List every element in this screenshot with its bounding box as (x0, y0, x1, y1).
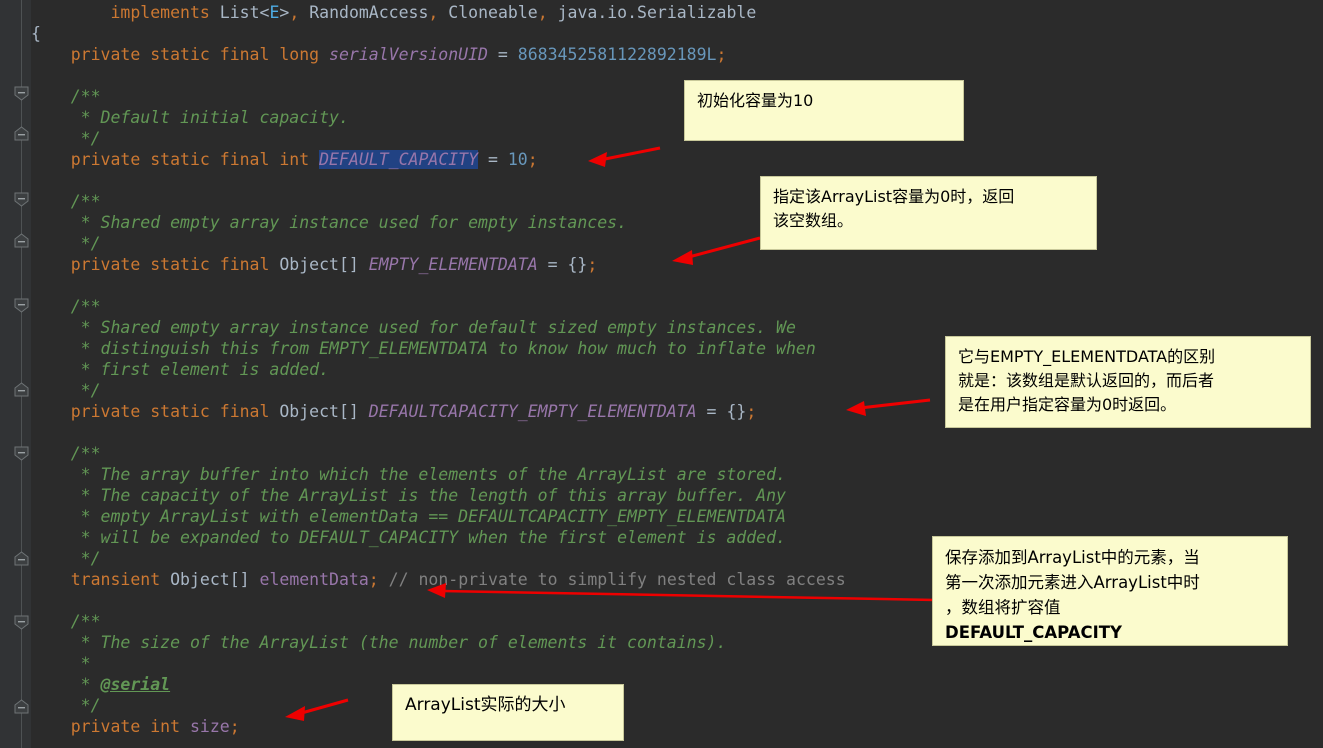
note-line: 是在用户指定容量为0时返回。 (958, 395, 1177, 414)
note-line: ArrayList实际的大小 (405, 695, 566, 715)
code-line[interactable]: * first element is added. (31, 359, 329, 380)
code-line[interactable]: * The size of the ArrayList (the number … (31, 632, 727, 653)
code-line[interactable]: private int size; (31, 716, 240, 737)
code-line[interactable]: */ (31, 233, 101, 254)
note-line: 指定该ArrayList容量为0时，返回 (773, 187, 1015, 206)
code-line[interactable]: /** (31, 611, 101, 632)
code-line[interactable]: * The capacity of the ArrayList is the l… (31, 485, 786, 506)
note-line: 保存添加到ArrayList中的元素，当 (945, 548, 1200, 567)
fold-minus-icon[interactable] (14, 86, 29, 101)
note-line: 初始化容量为10 (697, 91, 814, 110)
code-line[interactable]: implements List<E>, RandomAccess, Clonea… (31, 2, 756, 23)
code-line[interactable]: transient Object[] elementData; // non-p… (31, 569, 846, 590)
code-line[interactable]: */ (31, 548, 101, 569)
note-line: ，数组将扩容值 (945, 598, 1061, 617)
code-line-selected[interactable]: private static final int DEFAULT_CAPACIT… (31, 149, 538, 170)
annotation-note-element-data: 保存添加到ArrayList中的元素，当 第一次添加元素进入ArrayList中… (932, 536, 1288, 646)
editor-gutter[interactable] (0, 0, 31, 748)
code-line[interactable]: */ (31, 695, 101, 716)
code-line[interactable]: * empty ArrayList with elementData == DE… (31, 506, 786, 527)
code-line[interactable]: private static final Object[] DEFAULTCAP… (31, 401, 757, 422)
code-line[interactable]: * distinguish this from EMPTY_ELEMENTDAT… (31, 338, 816, 359)
fold-minus-icon[interactable] (14, 298, 29, 313)
code-line[interactable]: private static final Object[] EMPTY_ELEM… (31, 254, 598, 275)
code-line[interactable]: * (31, 653, 91, 674)
code-line[interactable]: */ (31, 128, 101, 149)
code-line[interactable]: * @serial (31, 674, 170, 695)
fold-end-icon[interactable] (14, 699, 29, 714)
code-line[interactable]: * will be expanded to DEFAULT_CAPACITY w… (31, 527, 786, 548)
annotation-note-empty-elementdata: 指定该ArrayList容量为0时，返回 该空数组。 (760, 176, 1097, 250)
note-line: 该空数组。 (773, 211, 854, 230)
code-editor: implements List<E>, RandomAccess, Clonea… (0, 0, 1323, 748)
fold-end-icon[interactable] (14, 233, 29, 248)
note-line: 就是：该数组是默认返回的，而后者 (958, 371, 1215, 390)
annotation-note-size: ArrayList实际的大小 (392, 684, 624, 741)
code-line[interactable]: * The array buffer into which the elemen… (31, 464, 786, 485)
code-line[interactable]: /** (31, 443, 101, 464)
note-line: 它与EMPTY_ELEMENTDATA的区别 (958, 347, 1216, 366)
code-line[interactable]: { (31, 23, 41, 44)
fold-minus-icon[interactable] (14, 615, 29, 630)
fold-minus-icon[interactable] (14, 446, 29, 461)
code-line[interactable]: /** (31, 86, 101, 107)
fold-minus-icon[interactable] (14, 192, 29, 207)
fold-end-icon[interactable] (14, 126, 29, 141)
code-line[interactable]: private static final long serialVersionU… (31, 44, 727, 65)
code-line[interactable]: * Default initial capacity. (31, 107, 349, 128)
code-line[interactable]: /** (31, 191, 101, 212)
code-line[interactable]: /** (31, 296, 101, 317)
gutter-vertical-rule (21, 0, 22, 748)
code-line[interactable]: * Shared empty array instance used for d… (31, 317, 796, 338)
note-line: 第一次添加元素进入ArrayList中时 (945, 573, 1200, 592)
fold-end-icon[interactable] (14, 551, 29, 566)
fold-end-icon[interactable] (14, 382, 29, 397)
note-line: DEFAULT_CAPACITY (945, 623, 1122, 642)
code-line[interactable]: */ (31, 380, 101, 401)
code-line[interactable]: * Shared empty array instance used for e… (31, 212, 627, 233)
annotation-note-default-capacity: 初始化容量为10 (684, 80, 964, 141)
annotation-note-defaultcapacity-empty-elementdata: 它与EMPTY_ELEMENTDATA的区别 就是：该数组是默认返回的，而后者 … (945, 336, 1311, 428)
